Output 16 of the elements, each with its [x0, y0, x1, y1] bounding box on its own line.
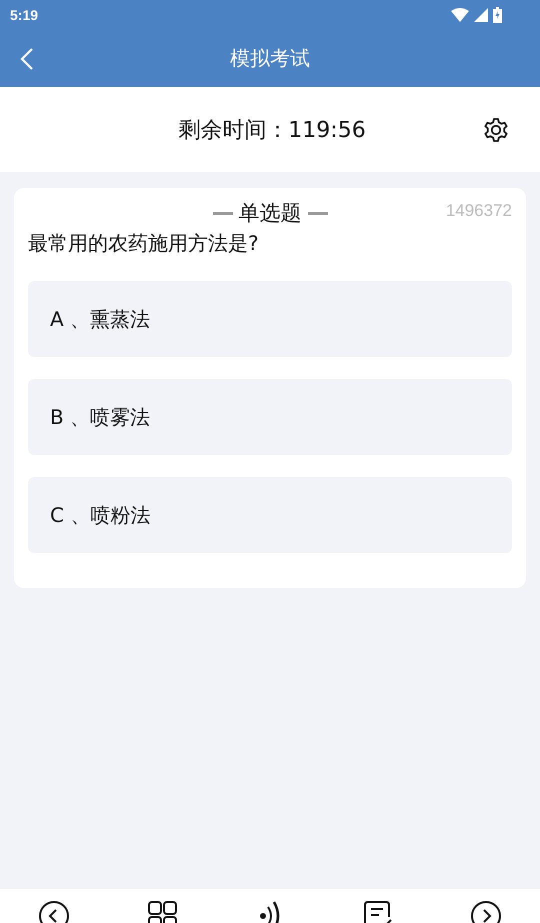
- answer-option[interactable]: B 、喷雾法: [28, 379, 512, 455]
- answer-option[interactable]: A 、熏蒸法: [28, 281, 512, 357]
- grid-icon[interactable]: [145, 899, 179, 923]
- wifi-icon: [451, 8, 469, 22]
- signal-icon: [474, 8, 488, 22]
- question-type: 单选题: [238, 200, 302, 227]
- battery-icon: [493, 7, 502, 23]
- previous-icon[interactable]: [37, 899, 71, 923]
- question-text: 最常用的农药施用方法是?: [28, 230, 260, 257]
- next-icon[interactable]: [469, 899, 503, 923]
- remaining-time: 剩余时间：119:56: [177, 116, 366, 144]
- page-title: 模拟考试: [230, 45, 310, 72]
- question-id: 1496372: [446, 201, 512, 221]
- answer-option[interactable]: C 、喷粉法: [28, 477, 512, 553]
- settings-icon[interactable]: [482, 116, 510, 144]
- status-time: 5:19: [10, 7, 38, 23]
